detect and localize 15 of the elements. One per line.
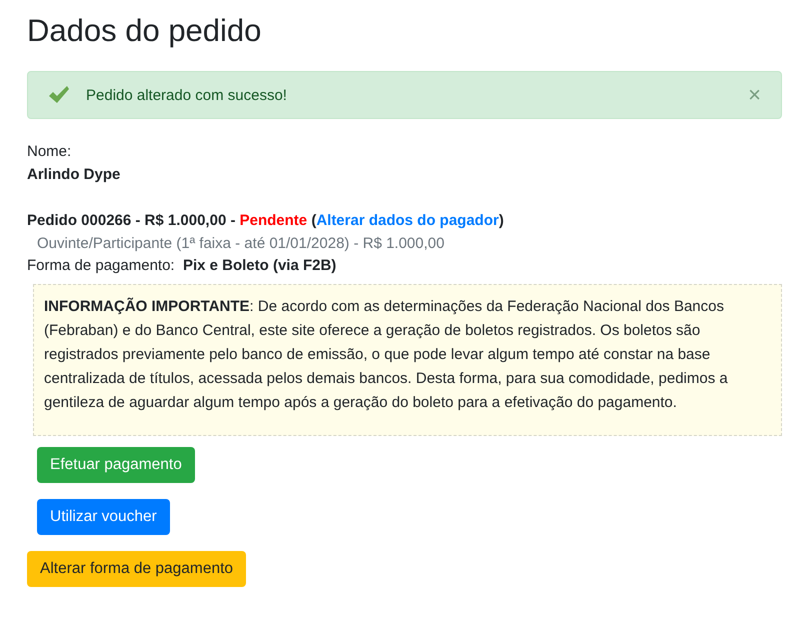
name-value: Arlindo Dype [27, 164, 122, 185]
close-button[interactable]: × [748, 84, 761, 106]
primary-button[interactable]: Utilizar voucher [37, 498, 170, 535]
checkmark-icon [48, 85, 70, 106]
payment-method: Pix e Boleto (via F2B) [182, 257, 336, 274]
payment-label: Forma de pagamento: [27, 257, 175, 274]
name-label: Nome: [27, 142, 72, 162]
success-button[interactable]: Efetuar pagamento [37, 446, 195, 483]
alert-message: Pedido alterado com sucesso! [86, 86, 288, 104]
item-description: Ouvinte/Participante (1ª faixa - até 01/01/2028) - R$ 1.000,00 [36, 234, 446, 254]
change-payer-link[interactable]: Alterar dados do pagador [316, 212, 499, 230]
important-notice: INFORMAÇÃO IMPORTANTE: De acordo com as determinações da Federação Nacional dos Bancos (Febraban) e do Banco Central, este site oferece a geração de boletos registrados. Os boletos são registrados previamente pelo banco de emissão, o que pode levar algum tempo até constar na base centralizada de títulos, acessada pelos demais bancos. Desta forma, para sua comodidade, pedimos a gentileza de aguardar algum tempo após a geração do boleto para a efetivação do pagamento. [33, 284, 782, 436]
warning-button[interactable]: Alterar forma de pagamento [27, 550, 246, 587]
order-summary: Pedido 000266 - R$ 1.000,00 - Pendente (Alterar dados do pagador) [27, 211, 505, 232]
page-title: Dados do pedido [27, 12, 262, 50]
